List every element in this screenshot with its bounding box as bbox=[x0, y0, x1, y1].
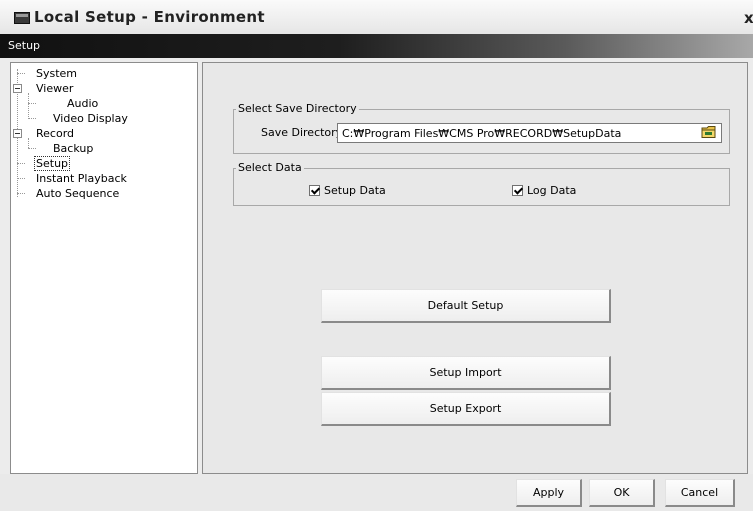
tree-connector bbox=[28, 148, 36, 149]
save-directory-label: Save Directory bbox=[261, 126, 343, 139]
tree-connector bbox=[28, 138, 29, 148]
setup-data-label: Setup Data bbox=[324, 184, 386, 197]
tree-connector bbox=[17, 73, 25, 74]
local-setup-window: Local Setup - Environment x Setup System… bbox=[0, 0, 753, 511]
tree-connector bbox=[17, 163, 25, 164]
window-title: Local Setup - Environment bbox=[34, 8, 265, 26]
log-data-checkbox[interactable] bbox=[512, 185, 523, 196]
setup-import-button[interactable]: Setup Import bbox=[321, 356, 611, 390]
save-directory-group-label: Select Save Directory bbox=[236, 102, 359, 115]
collapse-icon[interactable] bbox=[13, 84, 22, 93]
setup-data-checkbox[interactable] bbox=[309, 185, 320, 196]
tree-connector bbox=[17, 178, 25, 179]
tree-item-audio[interactable]: Audio bbox=[67, 97, 98, 110]
tree-connector bbox=[28, 93, 29, 119]
default-setup-button[interactable]: Default Setup bbox=[321, 289, 611, 323]
tree-item-video-display[interactable]: Video Display bbox=[53, 112, 128, 125]
tree-connector bbox=[28, 118, 36, 119]
section-header-title: Setup bbox=[8, 39, 41, 52]
ok-button[interactable]: OK bbox=[589, 479, 655, 507]
tree-item-auto-sequence[interactable]: Auto Sequence bbox=[36, 187, 119, 200]
tree-connector bbox=[17, 193, 25, 194]
tree-item-backup[interactable]: Backup bbox=[53, 142, 93, 155]
collapse-icon[interactable] bbox=[13, 129, 22, 138]
select-data-group bbox=[233, 168, 730, 206]
title-bar: Local Setup - Environment x bbox=[0, 0, 753, 34]
tree-item-viewer[interactable]: Viewer bbox=[36, 82, 73, 95]
monitor-icon bbox=[14, 12, 30, 24]
tree-item-setup[interactable]: Setup bbox=[33, 156, 71, 171]
settings-tree: System Viewer Audio Video Display Record… bbox=[10, 62, 198, 474]
cancel-button[interactable]: Cancel bbox=[665, 479, 735, 507]
tree-item-record[interactable]: Record bbox=[36, 127, 74, 140]
setup-export-button[interactable]: Setup Export bbox=[321, 392, 611, 426]
select-data-group-label: Select Data bbox=[236, 161, 304, 174]
tree-item-instant-playback[interactable]: Instant Playback bbox=[36, 172, 127, 185]
tree-connector bbox=[28, 103, 36, 104]
apply-button[interactable]: Apply bbox=[516, 479, 582, 507]
save-directory-input[interactable]: C:₩Program Files₩CMS Pro₩RECORD₩SetupDat… bbox=[337, 123, 722, 143]
tree-item-system[interactable]: System bbox=[36, 67, 77, 80]
folder-browse-icon[interactable] bbox=[701, 125, 717, 139]
section-header: Setup bbox=[0, 34, 753, 58]
log-data-label: Log Data bbox=[527, 184, 577, 197]
close-icon[interactable]: x bbox=[744, 9, 753, 27]
